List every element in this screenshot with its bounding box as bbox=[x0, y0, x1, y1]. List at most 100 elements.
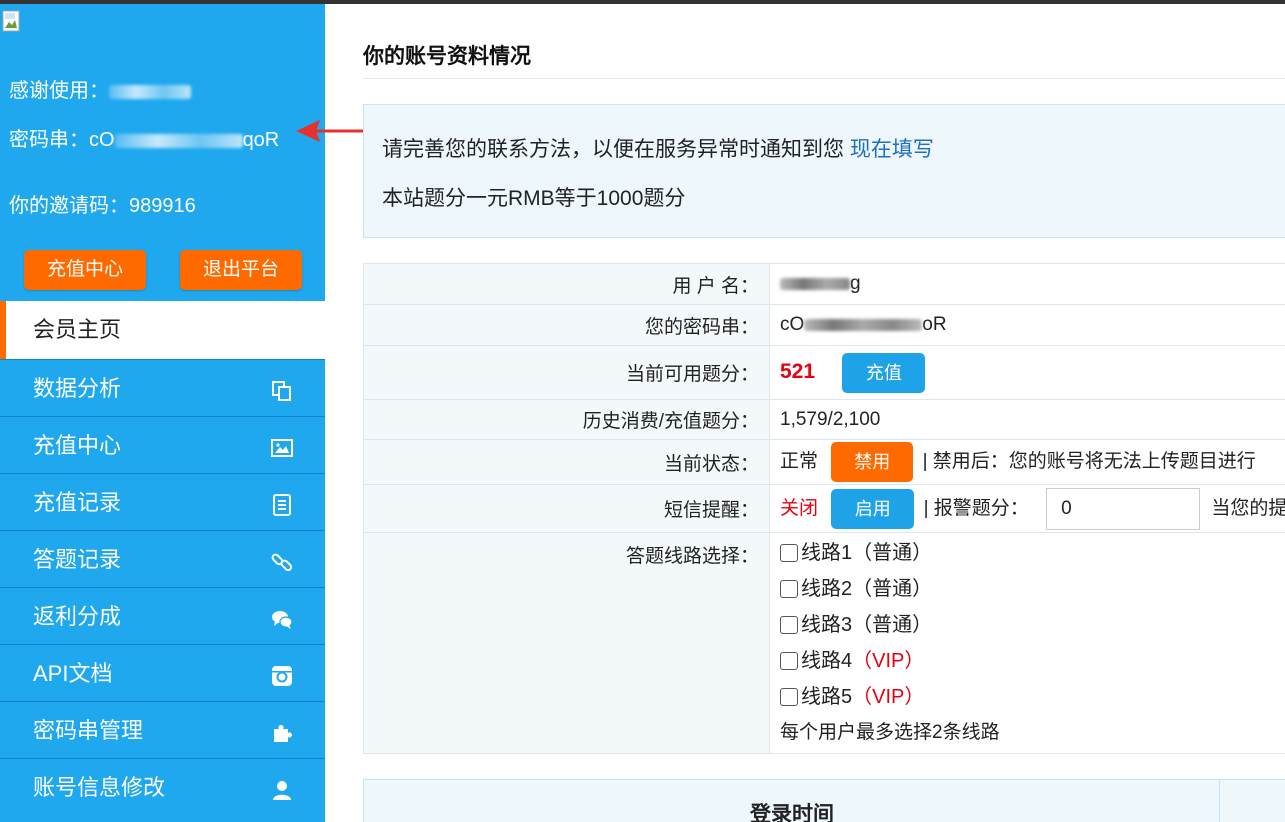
route-name: 线路4 bbox=[801, 650, 853, 672]
login-time-header: 登录时间 bbox=[750, 803, 834, 822]
route-checkbox[interactable] bbox=[780, 688, 798, 706]
route-tag-vip: （VIP） bbox=[852, 650, 925, 672]
route-option-1[interactable]: 线路1 （普通） bbox=[780, 535, 1285, 571]
disable-button[interactable]: 禁用 bbox=[831, 442, 914, 482]
sms-value: 关闭 bbox=[780, 497, 819, 519]
blurred-password bbox=[804, 318, 923, 331]
notice-line-1: 请完善您的联系方法，以便在服务异常时通知到您 现在填写 bbox=[382, 133, 934, 163]
history-label: 历史消费/充值题分： bbox=[363, 399, 770, 440]
sidebar-item-account-edit[interactable]: 账号信息修改 bbox=[0, 758, 325, 815]
sidebar-item-answer-records[interactable]: 答题记录 bbox=[0, 530, 325, 587]
sidebar-item-label: 密码串管理 bbox=[33, 718, 144, 743]
main-content: 你的账号资料情况 请完善您的联系方法，以便在服务异常时通知到您 现在填写 本站题… bbox=[325, 4, 1285, 822]
password-label: 您的密码串： bbox=[363, 304, 770, 346]
route-checkbox[interactable] bbox=[780, 580, 798, 598]
route-option-5[interactable]: 线路5 （VIP） bbox=[780, 679, 1285, 715]
invite-code: 989916 bbox=[129, 195, 196, 217]
username-label: 用 户 名： bbox=[363, 263, 770, 305]
route-option-2[interactable]: 线路2 （普通） bbox=[780, 571, 1285, 607]
route-name: 线路3 bbox=[801, 614, 853, 636]
points-value: 521 bbox=[780, 359, 816, 383]
route-tag-vip: （VIP） bbox=[852, 686, 925, 708]
username-value: g bbox=[769, 263, 1285, 305]
password-value: cO oR bbox=[769, 304, 1285, 346]
password-suffix: oR bbox=[922, 314, 947, 335]
notice-line-2: 本站题分一元RMB等于1000题分 bbox=[382, 187, 686, 210]
table-row: 答题线路选择： 线路1 （普通） 线路2 （普通） 线路3 （普通） 线路4 （VIP） bbox=[363, 532, 1285, 754]
sidebar: 感谢使用： 密码串：cO qoR 你的邀请码：989916 充值中心 退出平台 会… bbox=[0, 4, 325, 822]
sidebar-item-label: 充值记录 bbox=[33, 490, 122, 515]
login-time-column: 登录时间 bbox=[364, 780, 1220, 822]
password-suffix: qoR bbox=[242, 129, 280, 151]
image-icon bbox=[271, 439, 293, 457]
sidebar-item-label: 账号信息修改 bbox=[33, 775, 166, 800]
sidebar-item-label: 数据分析 bbox=[33, 376, 122, 401]
alarm-points-input[interactable]: 0 bbox=[1046, 487, 1201, 530]
route-options: 线路1 （普通） 线路2 （普通） 线路3 （普通） 线路4 （VIP） 线路5 （VIP… bbox=[769, 532, 1285, 754]
route-tag: （普通） bbox=[852, 542, 933, 564]
table-row: 短信提醒： 关闭 启用 | 报警题分： 0 当您的提 bbox=[363, 484, 1285, 533]
blurred-username bbox=[109, 84, 191, 99]
recharge-button[interactable]: 充值 bbox=[842, 352, 926, 393]
table-row: 当前可用题分： 521 充值 bbox=[363, 345, 1285, 400]
invite-label: 你的邀请码： bbox=[9, 195, 129, 217]
sms-label: 短信提醒： bbox=[363, 484, 770, 533]
route-tag: （普通） bbox=[852, 614, 933, 636]
route-checkbox[interactable] bbox=[780, 652, 798, 670]
status-label: 当前状态： bbox=[363, 439, 770, 485]
broken-image-icon bbox=[2, 10, 20, 32]
page-title: 你的账号资料情况 bbox=[363, 45, 531, 68]
history-value: 1,579/2,100 bbox=[769, 399, 1285, 440]
sidebar-item-member-home[interactable]: 会员主页 bbox=[0, 301, 325, 359]
invite-line: 你的邀请码：989916 bbox=[9, 189, 196, 218]
points-value-cell: 521 充值 bbox=[769, 345, 1285, 400]
thanks-label: 感谢使用： bbox=[9, 80, 109, 102]
user-icon bbox=[273, 781, 291, 800]
login-history-table: 登录时间 bbox=[363, 779, 1285, 822]
sidebar-item-label: 返利分成 bbox=[33, 604, 122, 629]
table-row: 您的密码串： cO oR bbox=[363, 304, 1285, 346]
route-checkbox[interactable] bbox=[780, 616, 798, 634]
sidebar-item-recharge-records[interactable]: 充值记录 bbox=[0, 473, 325, 530]
route-name: 线路2 bbox=[801, 578, 853, 600]
status-value: 正常 bbox=[780, 451, 819, 473]
status-note: | 禁用后：您的账号将无法上传题目进行 bbox=[922, 451, 1256, 473]
notice-box: 请完善您的联系方法，以便在服务异常时通知到您 现在填写 本站题分一元RMB等于1… bbox=[363, 104, 1285, 238]
sidebar-menu: 会员主页 数据分析 充值中心 充值记录 答题记录 返利分成 API文档 密码串管… bbox=[0, 301, 325, 815]
thanks-line: 感谢使用： bbox=[9, 74, 191, 103]
sidebar-item-api-docs[interactable]: API文档 bbox=[0, 644, 325, 701]
copy-icon bbox=[272, 381, 291, 401]
enable-button[interactable]: 启用 bbox=[831, 488, 915, 529]
account-info-table: 用 户 名： g 您的密码串： cO oR 当前可用题分： 521 充值 历史消费… bbox=[363, 263, 1285, 754]
alarm-note: 当您的提 bbox=[1211, 497, 1285, 519]
route-label: 答题线路选择： bbox=[363, 532, 770, 754]
password-label: 密码串： bbox=[9, 129, 89, 151]
sidebar-item-data-analysis[interactable]: 数据分析 bbox=[0, 359, 325, 416]
sidebar-item-password-management[interactable]: 密码串管理 bbox=[0, 701, 325, 758]
recharge-center-button[interactable]: 充值中心 bbox=[24, 250, 146, 290]
notice-text: 请完善您的联系方法，以便在服务异常时通知到您 bbox=[382, 138, 844, 161]
sidebar-item-recharge-center[interactable]: 充值中心 bbox=[0, 416, 325, 473]
sidebar-item-rebate[interactable]: 返利分成 bbox=[0, 587, 325, 644]
sidebar-item-label: 充值中心 bbox=[33, 433, 122, 458]
route-name: 线路5 bbox=[801, 686, 853, 708]
sms-value-cell: 关闭 启用 | 报警题分： 0 当您的提 bbox=[769, 484, 1285, 533]
route-tag: （普通） bbox=[852, 578, 933, 600]
logout-button[interactable]: 退出平台 bbox=[180, 250, 302, 290]
table-row: 用 户 名： g bbox=[363, 263, 1285, 305]
password-prefix: cO bbox=[89, 129, 115, 151]
list-icon bbox=[273, 494, 291, 516]
alarm-label: | 报警题分： bbox=[923, 497, 1029, 519]
chat-icon bbox=[272, 611, 293, 629]
route-checkbox[interactable] bbox=[780, 544, 798, 562]
instagram-icon bbox=[272, 666, 292, 686]
sidebar-item-label: 会员主页 bbox=[33, 317, 122, 342]
username-suffix: g bbox=[850, 273, 861, 294]
password-prefix: cO bbox=[780, 314, 805, 335]
status-value-cell: 正常 禁用 | 禁用后：您的账号将无法上传题目进行 bbox=[769, 439, 1285, 485]
route-name: 线路1 bbox=[801, 542, 853, 564]
route-option-4[interactable]: 线路4 （VIP） bbox=[780, 643, 1285, 679]
puzzle-icon bbox=[274, 725, 292, 742]
fill-now-link[interactable]: 现在填写 bbox=[850, 138, 934, 161]
route-option-3[interactable]: 线路3 （普通） bbox=[780, 607, 1285, 643]
